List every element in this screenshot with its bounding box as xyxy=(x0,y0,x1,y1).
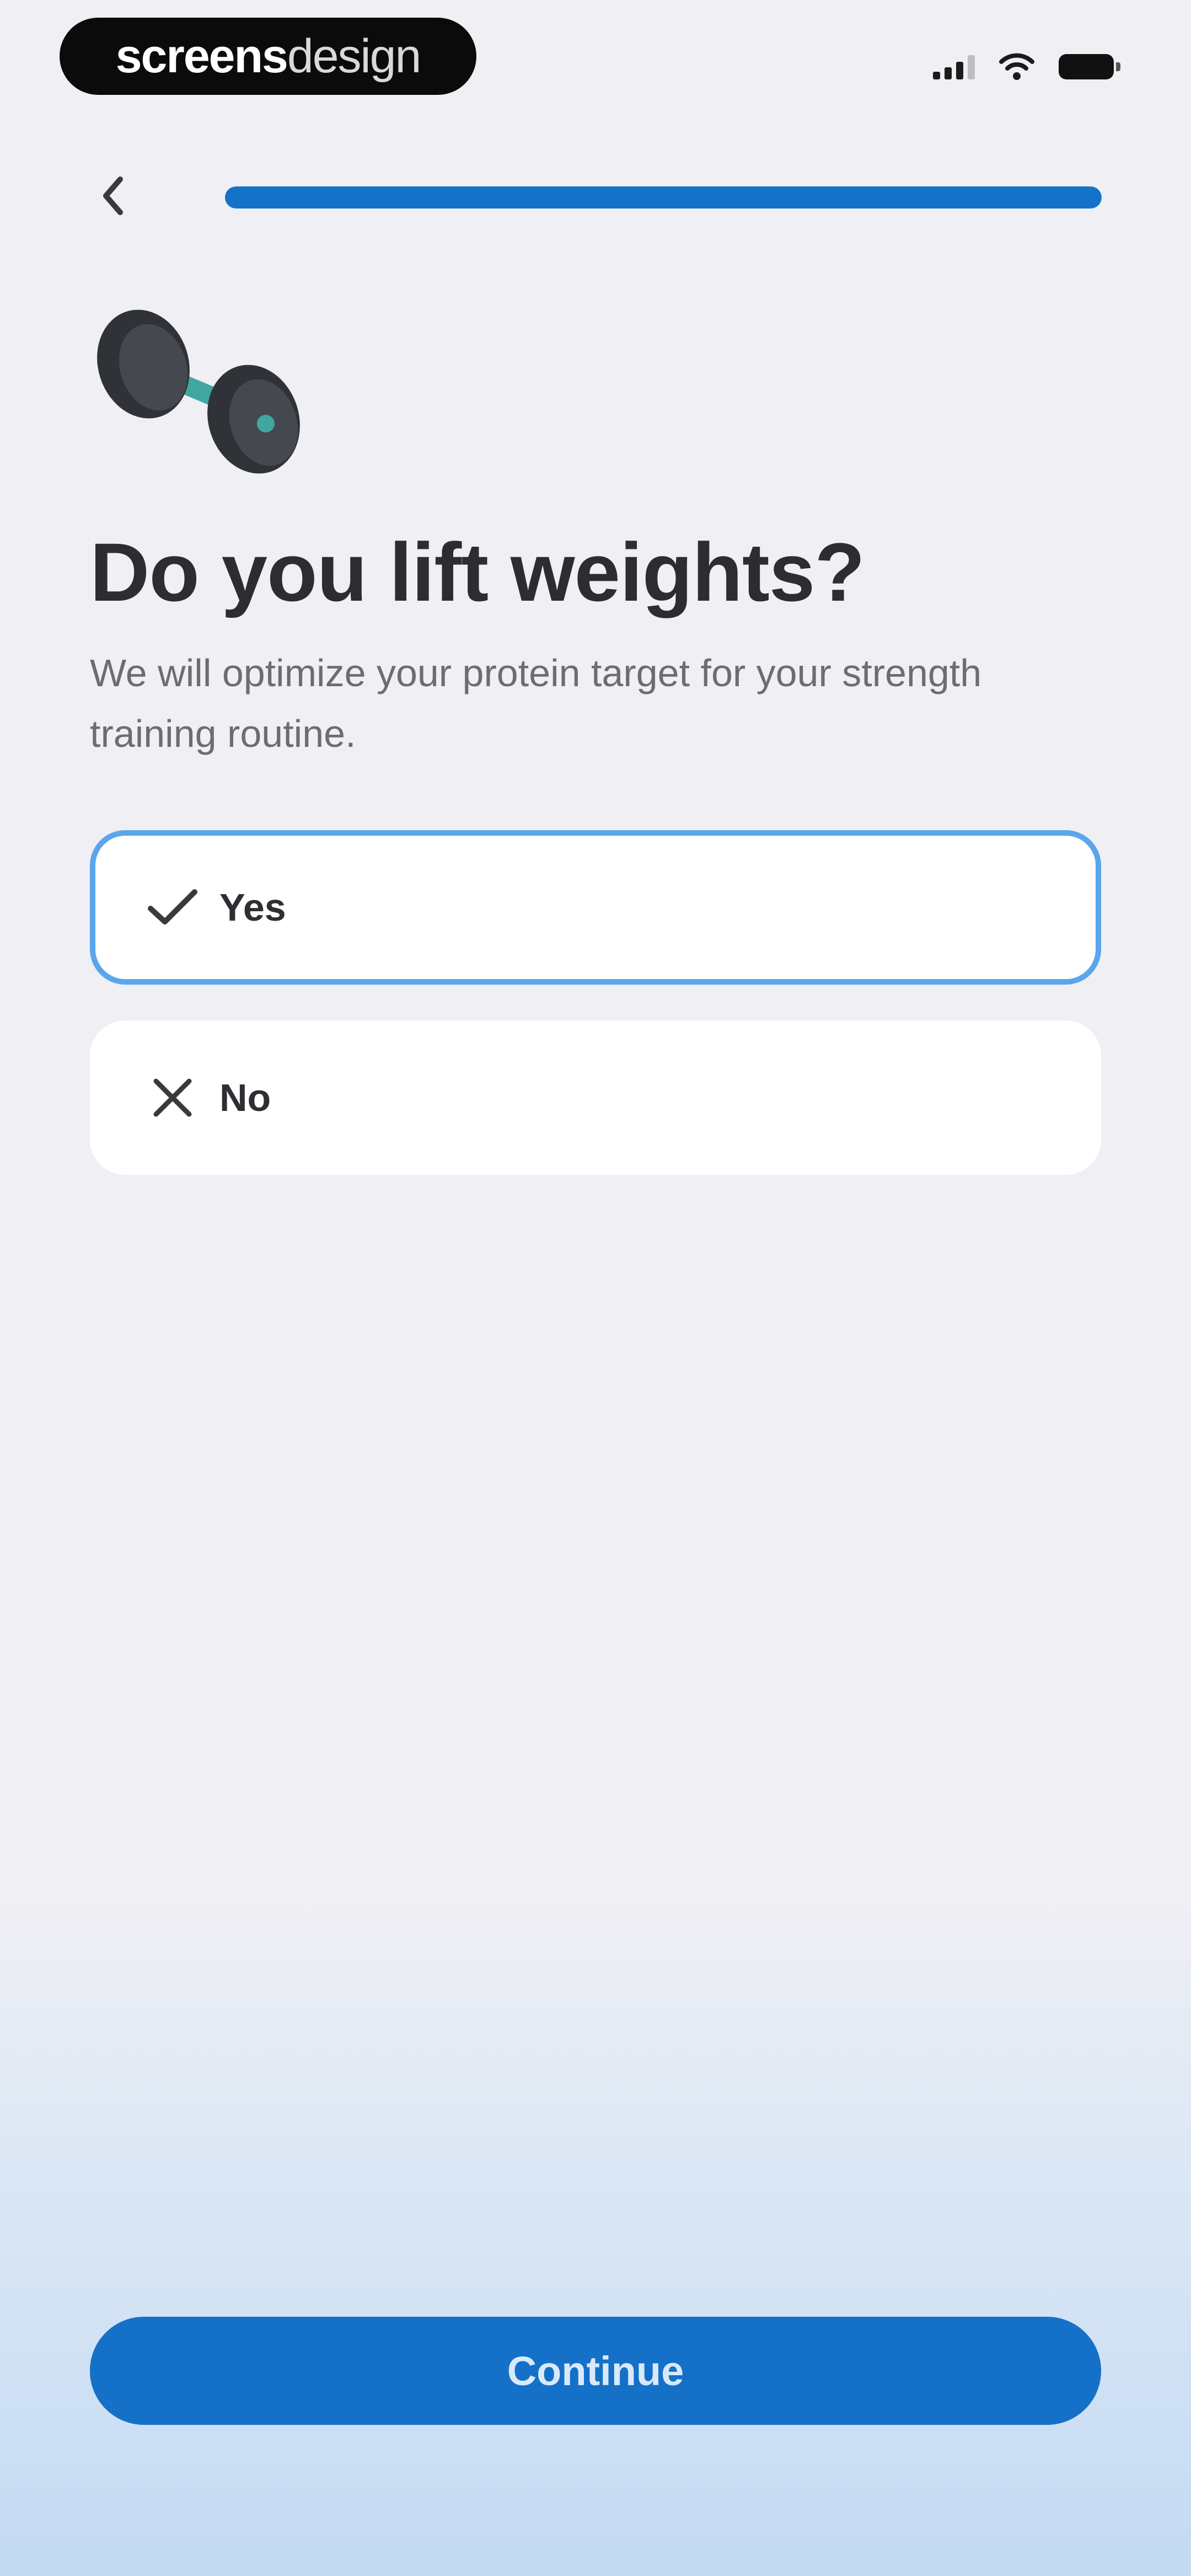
page-subtitle: We will optimize your protein target for… xyxy=(90,651,982,755)
progress-bar-fill xyxy=(225,186,1102,209)
option-yes-label: Yes xyxy=(219,886,286,929)
page-title: Do you lift weights? xyxy=(90,526,865,618)
onboarding-screen: screens design Do you lift weights? We w… xyxy=(0,0,1191,2576)
x-icon xyxy=(142,1067,203,1128)
dumbbell-icon xyxy=(97,309,300,474)
status-icons xyxy=(933,47,1120,86)
checkmark-icon xyxy=(142,877,203,938)
wifi-icon xyxy=(999,53,1034,80)
brand-watermark: screens design xyxy=(60,18,476,95)
cellular-signal-icon xyxy=(933,54,975,79)
option-no[interactable]: No xyxy=(90,1020,1101,1175)
brand-text-light: design xyxy=(287,29,421,83)
battery-icon xyxy=(1059,54,1120,79)
chevron-left-icon xyxy=(103,177,123,215)
progress-bar xyxy=(225,186,1102,209)
option-yes[interactable]: Yes xyxy=(90,830,1101,985)
option-no-label: No xyxy=(219,1076,271,1119)
back-button[interactable] xyxy=(83,165,143,226)
brand-text-bold: screens xyxy=(115,29,288,83)
continue-button[interactable]: Continue xyxy=(90,2317,1101,2425)
